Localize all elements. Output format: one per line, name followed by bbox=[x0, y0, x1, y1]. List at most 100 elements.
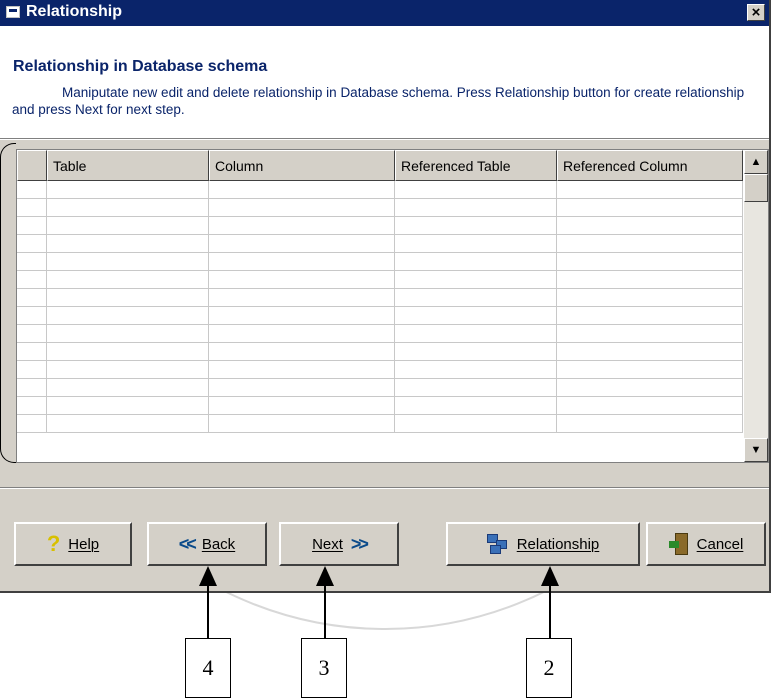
grid-cell[interactable] bbox=[209, 235, 395, 253]
grid-cell[interactable] bbox=[557, 361, 743, 379]
row-selector-cell[interactable] bbox=[17, 397, 47, 415]
grid-cell[interactable] bbox=[557, 379, 743, 397]
table-row[interactable] bbox=[17, 271, 743, 289]
scroll-up-button[interactable]: ▲ bbox=[744, 150, 768, 174]
grid-cell[interactable] bbox=[209, 199, 395, 217]
table-row[interactable] bbox=[17, 253, 743, 271]
grid-cell[interactable] bbox=[557, 217, 743, 235]
back-button[interactable]: << Back bbox=[147, 522, 267, 566]
table-row[interactable] bbox=[17, 361, 743, 379]
column-header-referenced-column[interactable]: Referenced Column bbox=[557, 150, 743, 181]
grid-cell[interactable] bbox=[47, 289, 209, 307]
grid-cell[interactable] bbox=[209, 181, 395, 199]
grid-cell[interactable] bbox=[557, 253, 743, 271]
table-row[interactable] bbox=[17, 289, 743, 307]
grid-cell[interactable] bbox=[209, 361, 395, 379]
grid-cell[interactable] bbox=[395, 379, 557, 397]
row-selector-cell[interactable] bbox=[17, 325, 47, 343]
grid-cell[interactable] bbox=[395, 271, 557, 289]
scroll-thumb[interactable] bbox=[744, 174, 768, 202]
column-header-referenced-table[interactable]: Referenced Table bbox=[395, 150, 557, 181]
grid-cell[interactable] bbox=[557, 235, 743, 253]
table-row[interactable] bbox=[17, 199, 743, 217]
scroll-down-button[interactable]: ▼ bbox=[744, 438, 768, 462]
table-row[interactable] bbox=[17, 235, 743, 253]
grid-cell[interactable] bbox=[395, 289, 557, 307]
grid-vertical-scrollbar[interactable]: ▲ ▼ bbox=[744, 150, 768, 462]
grid-cell[interactable] bbox=[395, 397, 557, 415]
grid-cell[interactable] bbox=[557, 307, 743, 325]
grid-cell[interactable] bbox=[47, 325, 209, 343]
row-selector-cell[interactable] bbox=[17, 361, 47, 379]
cancel-button[interactable]: Cancel bbox=[646, 522, 766, 566]
row-selector-cell[interactable] bbox=[17, 217, 47, 235]
grid-cell[interactable] bbox=[209, 271, 395, 289]
grid-cell[interactable] bbox=[47, 199, 209, 217]
grid-cell[interactable] bbox=[395, 325, 557, 343]
grid-cell[interactable] bbox=[209, 379, 395, 397]
row-selector-cell[interactable] bbox=[17, 271, 47, 289]
column-header-table[interactable]: Table bbox=[47, 150, 209, 181]
table-row[interactable] bbox=[17, 307, 743, 325]
grid-cell[interactable] bbox=[47, 361, 209, 379]
row-selector-cell[interactable] bbox=[17, 415, 47, 433]
row-selector-cell[interactable] bbox=[17, 307, 47, 325]
grid-cell[interactable] bbox=[47, 181, 209, 199]
grid-cell[interactable] bbox=[395, 343, 557, 361]
grid-cell[interactable] bbox=[395, 235, 557, 253]
row-selector-cell[interactable] bbox=[17, 235, 47, 253]
row-selector-cell[interactable] bbox=[17, 181, 47, 199]
grid-cell[interactable] bbox=[395, 253, 557, 271]
close-button[interactable]: × bbox=[747, 4, 765, 21]
row-selector-cell[interactable] bbox=[17, 343, 47, 361]
table-row[interactable] bbox=[17, 415, 743, 433]
table-row[interactable] bbox=[17, 379, 743, 397]
row-selector-cell[interactable] bbox=[17, 199, 47, 217]
row-selector-cell[interactable] bbox=[17, 253, 47, 271]
grid-cell[interactable] bbox=[47, 253, 209, 271]
grid-cell[interactable] bbox=[395, 181, 557, 199]
table-row[interactable] bbox=[17, 325, 743, 343]
grid-cell[interactable] bbox=[395, 415, 557, 433]
grid-cell[interactable] bbox=[209, 217, 395, 235]
grid-cell[interactable] bbox=[557, 415, 743, 433]
relationship-button[interactable]: Relationship bbox=[446, 522, 640, 566]
grid-cell[interactable] bbox=[395, 199, 557, 217]
grid-cell[interactable] bbox=[209, 397, 395, 415]
grid-cell[interactable] bbox=[47, 271, 209, 289]
grid-cell[interactable] bbox=[557, 397, 743, 415]
row-selector-cell[interactable] bbox=[17, 289, 47, 307]
grid-cell[interactable] bbox=[557, 289, 743, 307]
relationship-icon bbox=[486, 534, 509, 554]
grid-cell[interactable] bbox=[395, 217, 557, 235]
table-row[interactable] bbox=[17, 217, 743, 235]
table-row[interactable] bbox=[17, 181, 743, 199]
grid-cell[interactable] bbox=[209, 415, 395, 433]
help-button[interactable]: ? Help bbox=[14, 522, 132, 566]
grid-cell[interactable] bbox=[47, 397, 209, 415]
grid-cell[interactable] bbox=[395, 361, 557, 379]
grid-cell[interactable] bbox=[47, 343, 209, 361]
grid-cell[interactable] bbox=[47, 217, 209, 235]
grid-cell[interactable] bbox=[557, 343, 743, 361]
grid-cell[interactable] bbox=[47, 235, 209, 253]
next-button[interactable]: Next >> bbox=[279, 522, 399, 566]
grid-cell[interactable] bbox=[47, 379, 209, 397]
grid-cell[interactable] bbox=[209, 289, 395, 307]
table-row[interactable] bbox=[17, 343, 743, 361]
grid-cell[interactable] bbox=[209, 325, 395, 343]
grid-cell[interactable] bbox=[395, 307, 557, 325]
grid-cell[interactable] bbox=[209, 343, 395, 361]
grid-cell[interactable] bbox=[557, 271, 743, 289]
grid-cell[interactable] bbox=[557, 325, 743, 343]
column-header-column[interactable]: Column bbox=[209, 150, 395, 181]
grid-cell[interactable] bbox=[557, 181, 743, 199]
grid-cell[interactable] bbox=[209, 253, 395, 271]
row-selector-cell[interactable] bbox=[17, 379, 47, 397]
grid-cell[interactable] bbox=[47, 307, 209, 325]
grid-cell[interactable] bbox=[47, 415, 209, 433]
grid-cell[interactable] bbox=[209, 307, 395, 325]
table-row[interactable] bbox=[17, 397, 743, 415]
grid-cell[interactable] bbox=[557, 199, 743, 217]
relationship-grid[interactable]: Table Column Referenced Table Referenced… bbox=[16, 149, 769, 463]
